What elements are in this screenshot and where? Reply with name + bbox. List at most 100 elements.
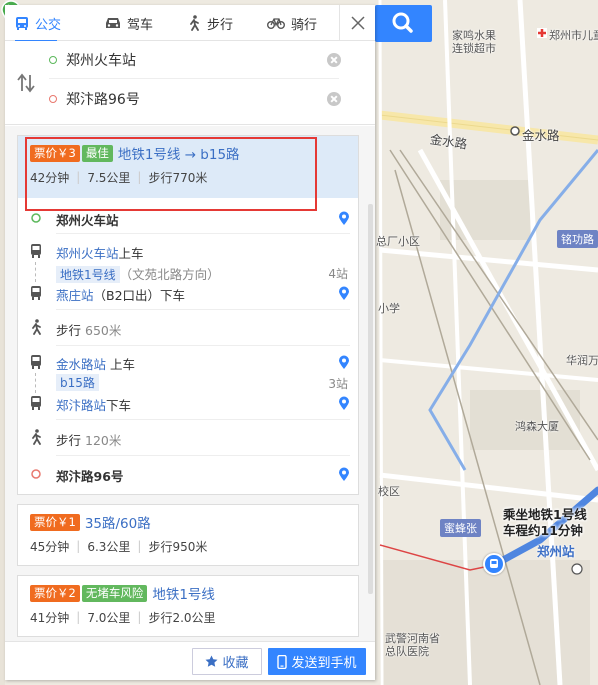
- plan-header: 票价￥1 35路/60路: [18, 505, 358, 532]
- price-tag: 票价￥1: [30, 513, 80, 531]
- send-to-phone-button[interactable]: 发送到手机: [268, 648, 366, 675]
- plan-lines: 地铁1号线 → b15路: [117, 147, 240, 163]
- board-action: 上车: [110, 357, 136, 372]
- price-tag: 票价￥3: [30, 144, 80, 162]
- line-label: 地铁1号线: [56, 266, 120, 283]
- search-icon: [392, 12, 413, 33]
- plan-distance: 7.0公里: [87, 610, 131, 625]
- map-road-tag: 铭功路: [557, 230, 598, 248]
- direction-text: （文苑北路方向）: [119, 267, 220, 282]
- tab-bus[interactable]: 公交: [5, 5, 71, 42]
- plan-lines: 地铁1号线: [152, 587, 215, 603]
- alight-station-link[interactable]: 郑汴路站: [56, 398, 106, 413]
- bike-icon: [267, 18, 286, 29]
- scrollbar[interactable]: [368, 204, 373, 594]
- bus-icon: [31, 355, 41, 369]
- divider: [56, 345, 350, 346]
- plan-meta: 41分钟 | 7.0公里 | 步行2.0公里: [30, 610, 216, 625]
- walk-icon: [190, 15, 199, 31]
- step-ride-1: 郑州火车站上车 地铁1号线 （文苑北路方向） 4站 燕庄站（B2口出）下车: [18, 242, 360, 303]
- map-label: 连锁超市: [452, 42, 496, 55]
- map-label: 华润万象: [566, 354, 598, 367]
- divider: [56, 455, 350, 456]
- plan-time: 45分钟: [30, 539, 70, 554]
- stop-count: 4站: [328, 267, 348, 281]
- search-button[interactable]: [375, 5, 432, 42]
- map-label: 小学: [378, 302, 400, 315]
- tab-label: 步行: [207, 17, 234, 33]
- clear-origin-button[interactable]: [327, 53, 341, 67]
- swap-icon[interactable]: [17, 73, 35, 93]
- alight-action: 下车: [160, 288, 186, 303]
- map-label: 总队医院: [385, 645, 429, 658]
- origin-dot-icon: [49, 55, 57, 64]
- close-button[interactable]: [339, 5, 375, 41]
- walk-distance: 650米: [85, 323, 122, 338]
- tab-label: 公交: [35, 17, 62, 33]
- tab-drive[interactable]: 驾车: [95, 5, 163, 41]
- tab-bike[interactable]: 骑行: [257, 5, 327, 41]
- end-text: 郑汴路96号: [56, 469, 124, 484]
- map-label: 总厂小区: [376, 235, 420, 248]
- destination-dot-icon: [49, 95, 57, 103]
- star-icon: [205, 655, 218, 667]
- walk-icon: [32, 319, 41, 335]
- step-ride-2: 金水路站 上车 b15路 3站 郑汴路站下车: [18, 353, 360, 413]
- board-station-link[interactable]: 金水路站: [56, 357, 106, 372]
- plan-distance: 6.3公里: [87, 539, 131, 554]
- tab-label: 骑行: [291, 17, 318, 33]
- board-station-link[interactable]: 郑州火车站: [56, 246, 119, 261]
- plan-meta: 42分钟 | 7.5公里 | 步行770米: [30, 170, 208, 185]
- car-icon: [106, 18, 121, 28]
- map-label: 鸿森大厦: [515, 420, 559, 433]
- route-plan-card[interactable]: 票价￥3 最佳 地铁1号线 → b15路 42分钟 | 7.5公里 | 步行770米…: [17, 135, 359, 495]
- destination-field[interactable]: 郑汴路96号: [49, 80, 341, 118]
- bus-icon: [16, 16, 28, 30]
- callout-line: 乘坐地铁1号线: [503, 507, 587, 522]
- close-icon: [350, 16, 365, 30]
- step-start: 郑州火车站: [18, 209, 360, 229]
- tab-label: 驾车: [127, 17, 154, 33]
- board-action: 上车: [118, 246, 144, 261]
- plan-walk: 步行950米: [148, 539, 208, 554]
- route-plan-list: 票价￥3 最佳 地铁1号线 → b15路 42分钟 | 7.5公里 | 步行770米…: [5, 126, 375, 680]
- start-text: 郑州火车站: [56, 213, 119, 228]
- plan-time: 42分钟: [30, 170, 70, 185]
- tab-walk[interactable]: 步行: [177, 5, 243, 41]
- clear-destination-button[interactable]: [327, 92, 341, 106]
- location-pin-icon[interactable]: [338, 467, 350, 482]
- divider: [56, 309, 350, 310]
- mode-tabs: 公交 驾车 步行 骑行: [5, 5, 375, 42]
- price-tag: 票价￥2: [30, 584, 80, 602]
- route-plan-card[interactable]: 票价￥2 无堵车风险 地铁1号线 41分钟 | 7.0公里 | 步行2.0公里: [17, 575, 359, 637]
- location-pin-icon[interactable]: [338, 355, 350, 370]
- stop-count: 3站: [328, 377, 348, 391]
- destination-text: 郑汴路96号: [66, 92, 140, 108]
- route-callout: 乘坐地铁1号线 车程约11分钟: [503, 507, 587, 539]
- no-traffic-badge: 无堵车风险: [81, 584, 148, 602]
- route-plan-card[interactable]: 票价￥1 35路/60路 45分钟 | 6.3公里 | 步行950米: [17, 504, 359, 566]
- location-pin-icon[interactable]: [338, 286, 350, 301]
- step-walk-1: 步行 650米: [18, 319, 360, 339]
- station-marker-icon[interactable]: [483, 553, 505, 575]
- alight-station-link[interactable]: 燕庄站: [56, 288, 94, 303]
- map-road-tag: 蜜蜂张: [440, 519, 481, 537]
- route-inputs: 郑州火车站 郑汴路96号: [5, 41, 375, 125]
- location-pin-icon[interactable]: [338, 396, 350, 411]
- origin-field[interactable]: 郑州火车站: [49, 41, 341, 79]
- start-dot-icon: [31, 213, 41, 223]
- favorite-button[interactable]: 收藏: [192, 648, 262, 675]
- walk-label: 步行: [56, 433, 82, 448]
- plan-lines: 35路/60路: [84, 516, 151, 532]
- location-pin-icon[interactable]: [338, 211, 350, 226]
- step-end: 郑汴路96号: [18, 465, 360, 485]
- map-label: 校区: [378, 485, 400, 498]
- map-station-label: 金水路: [522, 128, 560, 143]
- route-panel: 公交 驾车 步行 骑行 郑州火车站 郑汴路96号 票价￥3 最佳 地铁1号线 →…: [5, 5, 375, 680]
- step-walk-2: 步行 120米: [18, 429, 360, 449]
- phone-icon: [277, 654, 288, 669]
- bus-icon: [31, 286, 41, 300]
- callout-line: 车程约11分钟: [503, 523, 583, 538]
- walk-distance: 120米: [85, 433, 122, 448]
- bus-icon: [31, 396, 41, 410]
